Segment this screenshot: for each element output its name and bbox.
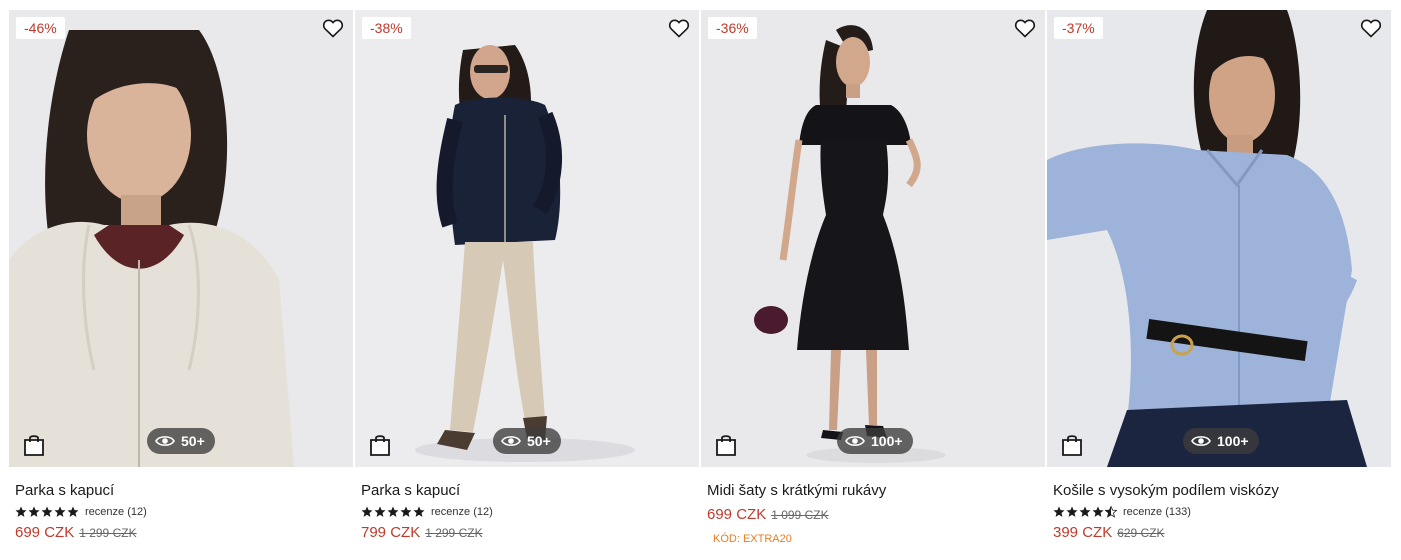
star-half-icon xyxy=(1105,506,1117,518)
views-count: 50+ xyxy=(181,433,205,449)
product-image[interactable]: -37% 100+ xyxy=(1047,10,1391,467)
star-icon xyxy=(1079,506,1091,517)
star-icon xyxy=(67,506,79,517)
star-icon xyxy=(1066,506,1078,517)
product-photo-black-midi-dress xyxy=(701,10,1045,467)
views-badge: 50+ xyxy=(147,428,215,454)
discount-badge: -38% xyxy=(362,17,411,39)
eye-icon xyxy=(155,436,175,446)
star-icon xyxy=(28,506,40,517)
product-image[interactable]: -36% 100+ xyxy=(701,10,1045,467)
promo-code: KÓD: EXTRA20 xyxy=(713,533,792,545)
star-icon xyxy=(413,506,425,517)
shopping-bag-icon[interactable] xyxy=(1061,433,1083,457)
shopping-bag-icon[interactable] xyxy=(715,433,737,457)
original-price: 629 CZK xyxy=(1117,526,1165,540)
sale-price: 699 CZK xyxy=(707,506,767,523)
eye-icon xyxy=(1191,436,1211,446)
product-card[interactable]: -36% 100+ Midi šaty s krátkými rukávy 69… xyxy=(701,0,1045,560)
star-rating xyxy=(1053,506,1117,518)
rating: recenze (12) xyxy=(15,505,147,519)
eye-icon xyxy=(845,436,865,446)
star-rating xyxy=(15,506,79,518)
product-photo-navy-jacket xyxy=(355,10,699,467)
shopping-bag-icon[interactable] xyxy=(23,433,45,457)
discount-badge: -46% xyxy=(16,17,65,39)
heart-icon[interactable] xyxy=(1359,16,1383,40)
reviews-link[interactable]: recenze (12) xyxy=(431,506,493,518)
star-rating xyxy=(361,506,425,518)
star-icon xyxy=(387,506,399,517)
heart-icon[interactable] xyxy=(321,16,345,40)
eye-icon xyxy=(501,436,521,446)
discount-badge: -36% xyxy=(708,17,757,39)
star-icon xyxy=(361,506,373,517)
star-icon xyxy=(374,506,386,517)
product-image[interactable]: -46% 50+ xyxy=(9,10,353,467)
discount-badge: -37% xyxy=(1054,17,1103,39)
shopping-bag-icon[interactable] xyxy=(369,433,391,457)
views-badge: 100+ xyxy=(1183,428,1259,454)
rating: recenze (12) xyxy=(361,505,493,519)
price-row: 699 CZK 1 099 CZK xyxy=(707,506,829,523)
reviews-link[interactable]: recenze (12) xyxy=(85,506,147,518)
product-photo-blue-shirt xyxy=(1047,10,1391,467)
sale-price: 799 CZK xyxy=(361,524,421,541)
price-row: 399 CZK 629 CZK xyxy=(1053,524,1165,541)
sale-price: 699 CZK xyxy=(15,524,75,541)
sale-price: 399 CZK xyxy=(1053,524,1113,541)
heart-icon[interactable] xyxy=(1013,16,1037,40)
views-count: 50+ xyxy=(527,433,551,449)
product-title[interactable]: Parka s kapucí xyxy=(361,482,460,499)
star-icon xyxy=(15,506,27,517)
price-row: 699 CZK 1 299 CZK xyxy=(15,524,137,541)
original-price: 1 299 CZK xyxy=(425,526,483,540)
product-image[interactable]: -38% 50+ xyxy=(355,10,699,467)
product-title[interactable]: Parka s kapucí xyxy=(15,482,114,499)
product-card[interactable]: -37% 100+ Košile s vysokým podílem viskó… xyxy=(1047,0,1391,560)
original-price: 1 299 CZK xyxy=(79,526,137,540)
star-icon xyxy=(1053,506,1065,517)
views-count: 100+ xyxy=(871,433,903,449)
views-count: 100+ xyxy=(1217,433,1249,449)
reviews-link[interactable]: recenze (133) xyxy=(1123,506,1191,518)
star-icon xyxy=(54,506,66,517)
star-icon xyxy=(41,506,53,517)
star-icon xyxy=(400,506,412,517)
price-row: 799 CZK 1 299 CZK xyxy=(361,524,483,541)
views-badge: 50+ xyxy=(493,428,561,454)
rating: recenze (133) xyxy=(1053,505,1191,519)
star-icon xyxy=(1092,506,1104,517)
product-card[interactable]: -38% 50+ Parka s kapucí recenze (12) 799… xyxy=(355,0,699,560)
views-badge: 100+ xyxy=(837,428,913,454)
product-grid: -46% 50+ Parka s kapucí recenze (12) 699… xyxy=(0,0,1401,560)
original-price: 1 099 CZK xyxy=(771,508,829,522)
product-card[interactable]: -46% 50+ Parka s kapucí recenze (12) 699… xyxy=(9,0,353,560)
heart-icon[interactable] xyxy=(667,16,691,40)
product-title[interactable]: Midi šaty s krátkými rukávy xyxy=(707,482,886,499)
product-photo-cream-parka xyxy=(9,10,353,467)
product-title[interactable]: Košile s vysokým podílem viskózy xyxy=(1053,482,1279,499)
